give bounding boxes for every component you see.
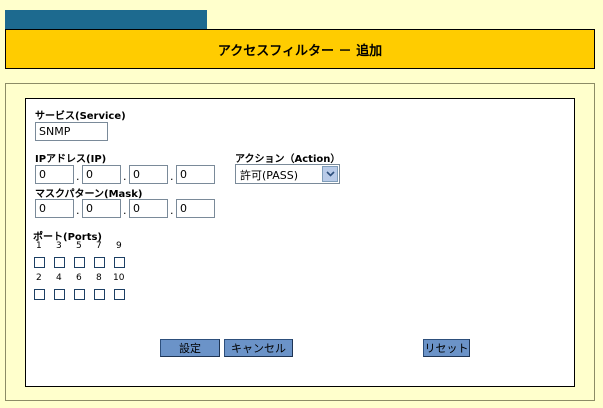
port-checkbox-9[interactable] — [114, 257, 125, 268]
page-title: アクセスフィルター － 追加 — [217, 43, 383, 59]
service-label: サービス(Service) — [35, 111, 126, 122]
set-button-label: 設定 — [179, 342, 201, 355]
header-tab — [5, 10, 207, 29]
port-number: 3 — [56, 241, 62, 251]
port-checkbox-5[interactable] — [74, 257, 85, 268]
port-number: 10 — [113, 273, 125, 283]
port-number: 8 — [96, 273, 102, 283]
port-number: 7 — [96, 241, 102, 251]
ip-dot: . — [123, 170, 127, 183]
port-checkbox-8[interactable] — [94, 289, 105, 300]
mask-octet-3[interactable] — [129, 199, 168, 218]
action-selected-value: 許可(PASS) — [240, 169, 299, 182]
port-checkbox-3[interactable] — [54, 257, 65, 268]
port-number: 1 — [36, 241, 42, 251]
ip-dot: . — [76, 170, 80, 183]
port-checkbox-10[interactable] — [114, 289, 125, 300]
ip-dot: . — [170, 170, 174, 183]
action-select[interactable]: 許可(PASS) — [235, 164, 340, 184]
port-number: 4 — [56, 273, 62, 283]
mask-octet-2[interactable] — [82, 199, 121, 218]
ip-octet-4[interactable] — [176, 165, 215, 184]
ports-label: ポート(Ports) — [33, 232, 103, 243]
port-checkbox-4[interactable] — [54, 289, 65, 300]
port-number: 5 — [76, 241, 82, 251]
cancel-button-label: キャンセル — [231, 342, 286, 355]
port-checkbox-1[interactable] — [34, 257, 45, 268]
cancel-button[interactable]: キャンセル — [224, 339, 293, 357]
ip-label: IPアドレス(IP) — [35, 154, 107, 165]
service-input[interactable] — [35, 122, 108, 141]
port-number: 2 — [36, 273, 42, 283]
title-bar: アクセスフィルター － 追加 — [5, 29, 595, 69]
mask-octet-4[interactable] — [176, 199, 215, 218]
ip-octet-3[interactable] — [129, 165, 168, 184]
ip-octet-1[interactable] — [35, 165, 74, 184]
action-label: アクション（Action） — [235, 154, 341, 165]
port-checkbox-2[interactable] — [34, 289, 45, 300]
port-checkbox-7[interactable] — [94, 257, 105, 268]
set-button[interactable]: 設定 — [160, 339, 220, 357]
form-panel — [25, 98, 575, 387]
reset-button[interactable]: リセット — [423, 339, 470, 357]
port-number: 9 — [116, 241, 122, 251]
mask-dot: . — [76, 204, 80, 217]
port-checkbox-6[interactable] — [74, 289, 85, 300]
reset-button-label: リセット — [424, 342, 469, 355]
port-number: 6 — [76, 273, 82, 283]
mask-label: マスクパターン(Mask) — [35, 189, 143, 200]
mask-octet-1[interactable] — [35, 199, 74, 218]
mask-dot: . — [123, 204, 127, 217]
ip-octet-2[interactable] — [82, 165, 121, 184]
mask-dot: . — [170, 204, 174, 217]
chevron-down-icon[interactable] — [322, 166, 338, 182]
